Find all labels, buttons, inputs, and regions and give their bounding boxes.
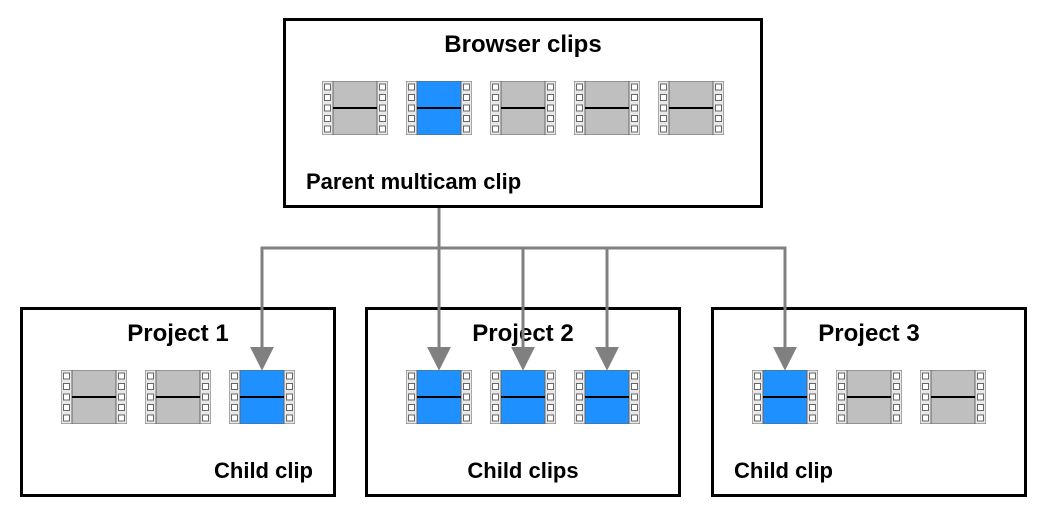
- project-panel-1: Project 1 Child clip: [20, 307, 336, 497]
- project-caption-2: Child clips: [368, 458, 678, 484]
- project-caption-1: Child clip: [214, 458, 313, 484]
- browser-clip-row: [286, 81, 760, 135]
- project-title-2: Project 2: [368, 320, 678, 348]
- diagram-stage: Browser clips Parent multicam clip Proje…: [0, 0, 1047, 525]
- browser-caption: Parent multicam clip: [306, 169, 521, 195]
- project-panel-2: Project 2 Child clips: [365, 307, 681, 497]
- film-clip-icon: [574, 370, 640, 424]
- project-clip-row-2: [368, 370, 678, 424]
- project-caption-3: Child clip: [734, 458, 833, 484]
- film-clip-icon: [406, 81, 472, 135]
- film-clip-icon: [920, 370, 986, 424]
- film-clip-icon: [229, 370, 295, 424]
- browser-title: Browser clips: [286, 31, 760, 59]
- film-clip-icon: [406, 370, 472, 424]
- film-clip-icon: [490, 81, 556, 135]
- project-title-3: Project 3: [714, 320, 1024, 348]
- film-clip-icon: [61, 370, 127, 424]
- film-clip-icon: [322, 81, 388, 135]
- film-clip-icon: [574, 81, 640, 135]
- project-panel-3: Project 3 Child clip: [711, 307, 1027, 497]
- film-clip-icon: [836, 370, 902, 424]
- project-clip-row-1: [23, 370, 333, 424]
- project-title-1: Project 1: [23, 320, 333, 348]
- film-clip-icon: [658, 81, 724, 135]
- film-clip-icon: [490, 370, 556, 424]
- project-clip-row-3: [714, 370, 1024, 424]
- browser-clips-panel: Browser clips Parent multicam clip: [283, 18, 763, 208]
- film-clip-icon: [752, 370, 818, 424]
- film-clip-icon: [145, 370, 211, 424]
